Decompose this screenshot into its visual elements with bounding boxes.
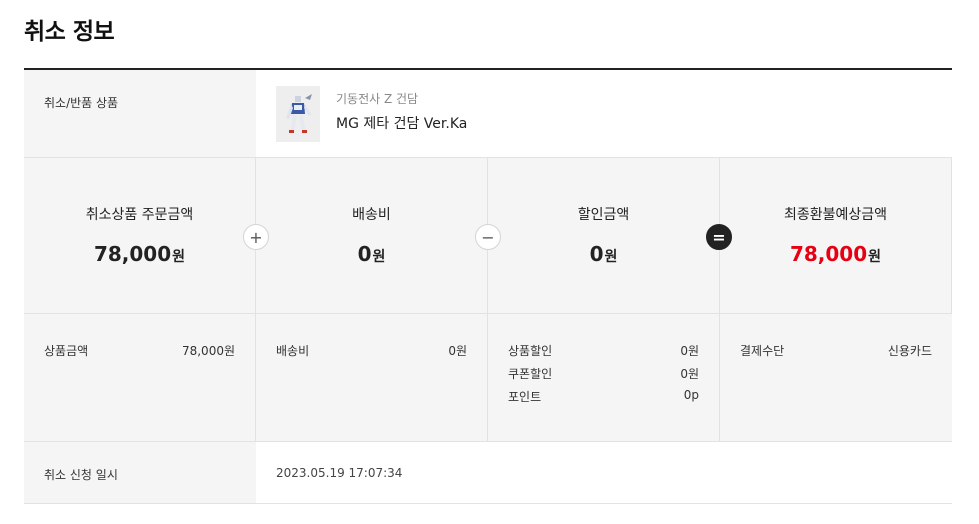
refund-summary-row: 취소상품 주문금액 78,000원 배송비 0원 할인금액 0원 최종환불예상금… bbox=[24, 158, 952, 314]
summary-final-refund: 최종환불예상금액 78,000원 bbox=[720, 158, 952, 313]
summary-label: 배송비 bbox=[352, 207, 391, 223]
summary-amount: 78,000 bbox=[789, 242, 868, 266]
summary-label: 할인금액 bbox=[577, 207, 630, 223]
detail-value: 78,000원 bbox=[181, 344, 235, 358]
summary-value: 78,000원 bbox=[720, 242, 951, 266]
page-title: 취소 정보 bbox=[24, 19, 115, 45]
detail-label: 쿠폰할인 bbox=[508, 367, 553, 381]
summary-unit: 원 bbox=[172, 249, 186, 265]
detail-value: 신용카드 bbox=[887, 344, 932, 358]
detail-value: 0원 bbox=[680, 344, 699, 358]
summary-unit: 원 bbox=[604, 249, 618, 265]
detail-label: 상품금액 bbox=[44, 344, 89, 358]
summary-unit: 원 bbox=[372, 249, 386, 265]
product-thumbnail[interactable] bbox=[276, 86, 320, 142]
summary-value: 0원 bbox=[256, 242, 487, 266]
cancel-date-row: 취소 신청 일시 2023.05.19 17:07:34 bbox=[24, 442, 952, 504]
product-name[interactable]: MG 제타 건담 Ver.Ka bbox=[336, 113, 467, 133]
product-row-label: 취소/반품 상품 bbox=[24, 70, 256, 157]
detail-discounts: 상품할인 0원 쿠폰할인 0원 포인트 0p bbox=[488, 314, 720, 441]
summary-shipping: 배송비 0원 bbox=[256, 158, 488, 313]
cancel-date-value: 2023.05.19 17:07:34 bbox=[276, 466, 403, 480]
summary-label: 취소상품 주문금액 bbox=[85, 207, 194, 223]
detail-value: 0원 bbox=[680, 367, 699, 381]
summary-unit: 원 bbox=[868, 249, 882, 265]
product-cell: 기동전사 Z 건담 MG 제타 건담 Ver.Ka bbox=[256, 70, 952, 157]
summary-order-amount: 취소상품 주문금액 78,000원 bbox=[24, 158, 256, 313]
detail-label: 상품할인 bbox=[508, 344, 553, 358]
refund-detail-row: 상품금액 78,000원 배송비 0원 상품할인 0원 쿠폰할인 0원 포인트 … bbox=[24, 314, 952, 442]
summary-discount: 할인금액 0원 bbox=[488, 158, 720, 313]
detail-label: 배송비 bbox=[276, 344, 310, 358]
minus-icon: − bbox=[475, 224, 501, 250]
summary-amount: 78,000 bbox=[93, 242, 172, 266]
product-row: 취소/반품 상품 기동전사 Z 건담 MG 제타 건담 Ver.Ka bbox=[24, 70, 952, 158]
cancel-date-cell: 2023.05.19 17:07:34 bbox=[256, 442, 952, 503]
plus-icon: + bbox=[243, 224, 269, 250]
detail-product-amount: 상품금액 78,000원 bbox=[24, 314, 256, 441]
summary-label: 최종환불예상금액 bbox=[783, 207, 888, 223]
summary-amount: 0 bbox=[357, 242, 372, 266]
summary-amount: 0 bbox=[589, 242, 604, 266]
detail-shipping: 배송비 0원 bbox=[256, 314, 488, 441]
product-category: 기동전사 Z 건담 bbox=[336, 92, 419, 106]
detail-label: 결제수단 bbox=[740, 344, 785, 358]
detail-value: 0p bbox=[683, 388, 699, 402]
cancel-info-table: 취소/반품 상품 기동전사 Z 건담 MG 제타 건담 Ver.Ka 취소상품 … bbox=[24, 68, 952, 504]
detail-payment: 결제수단 신용카드 bbox=[720, 314, 952, 441]
equals-icon: = bbox=[706, 224, 732, 250]
gundam-figure-icon bbox=[286, 94, 312, 133]
summary-value: 78,000원 bbox=[24, 242, 255, 266]
detail-value: 0원 bbox=[448, 344, 467, 358]
detail-label: 포인트 bbox=[508, 390, 542, 404]
cancel-date-label: 취소 신청 일시 bbox=[24, 442, 256, 503]
summary-value: 0원 bbox=[488, 242, 719, 266]
